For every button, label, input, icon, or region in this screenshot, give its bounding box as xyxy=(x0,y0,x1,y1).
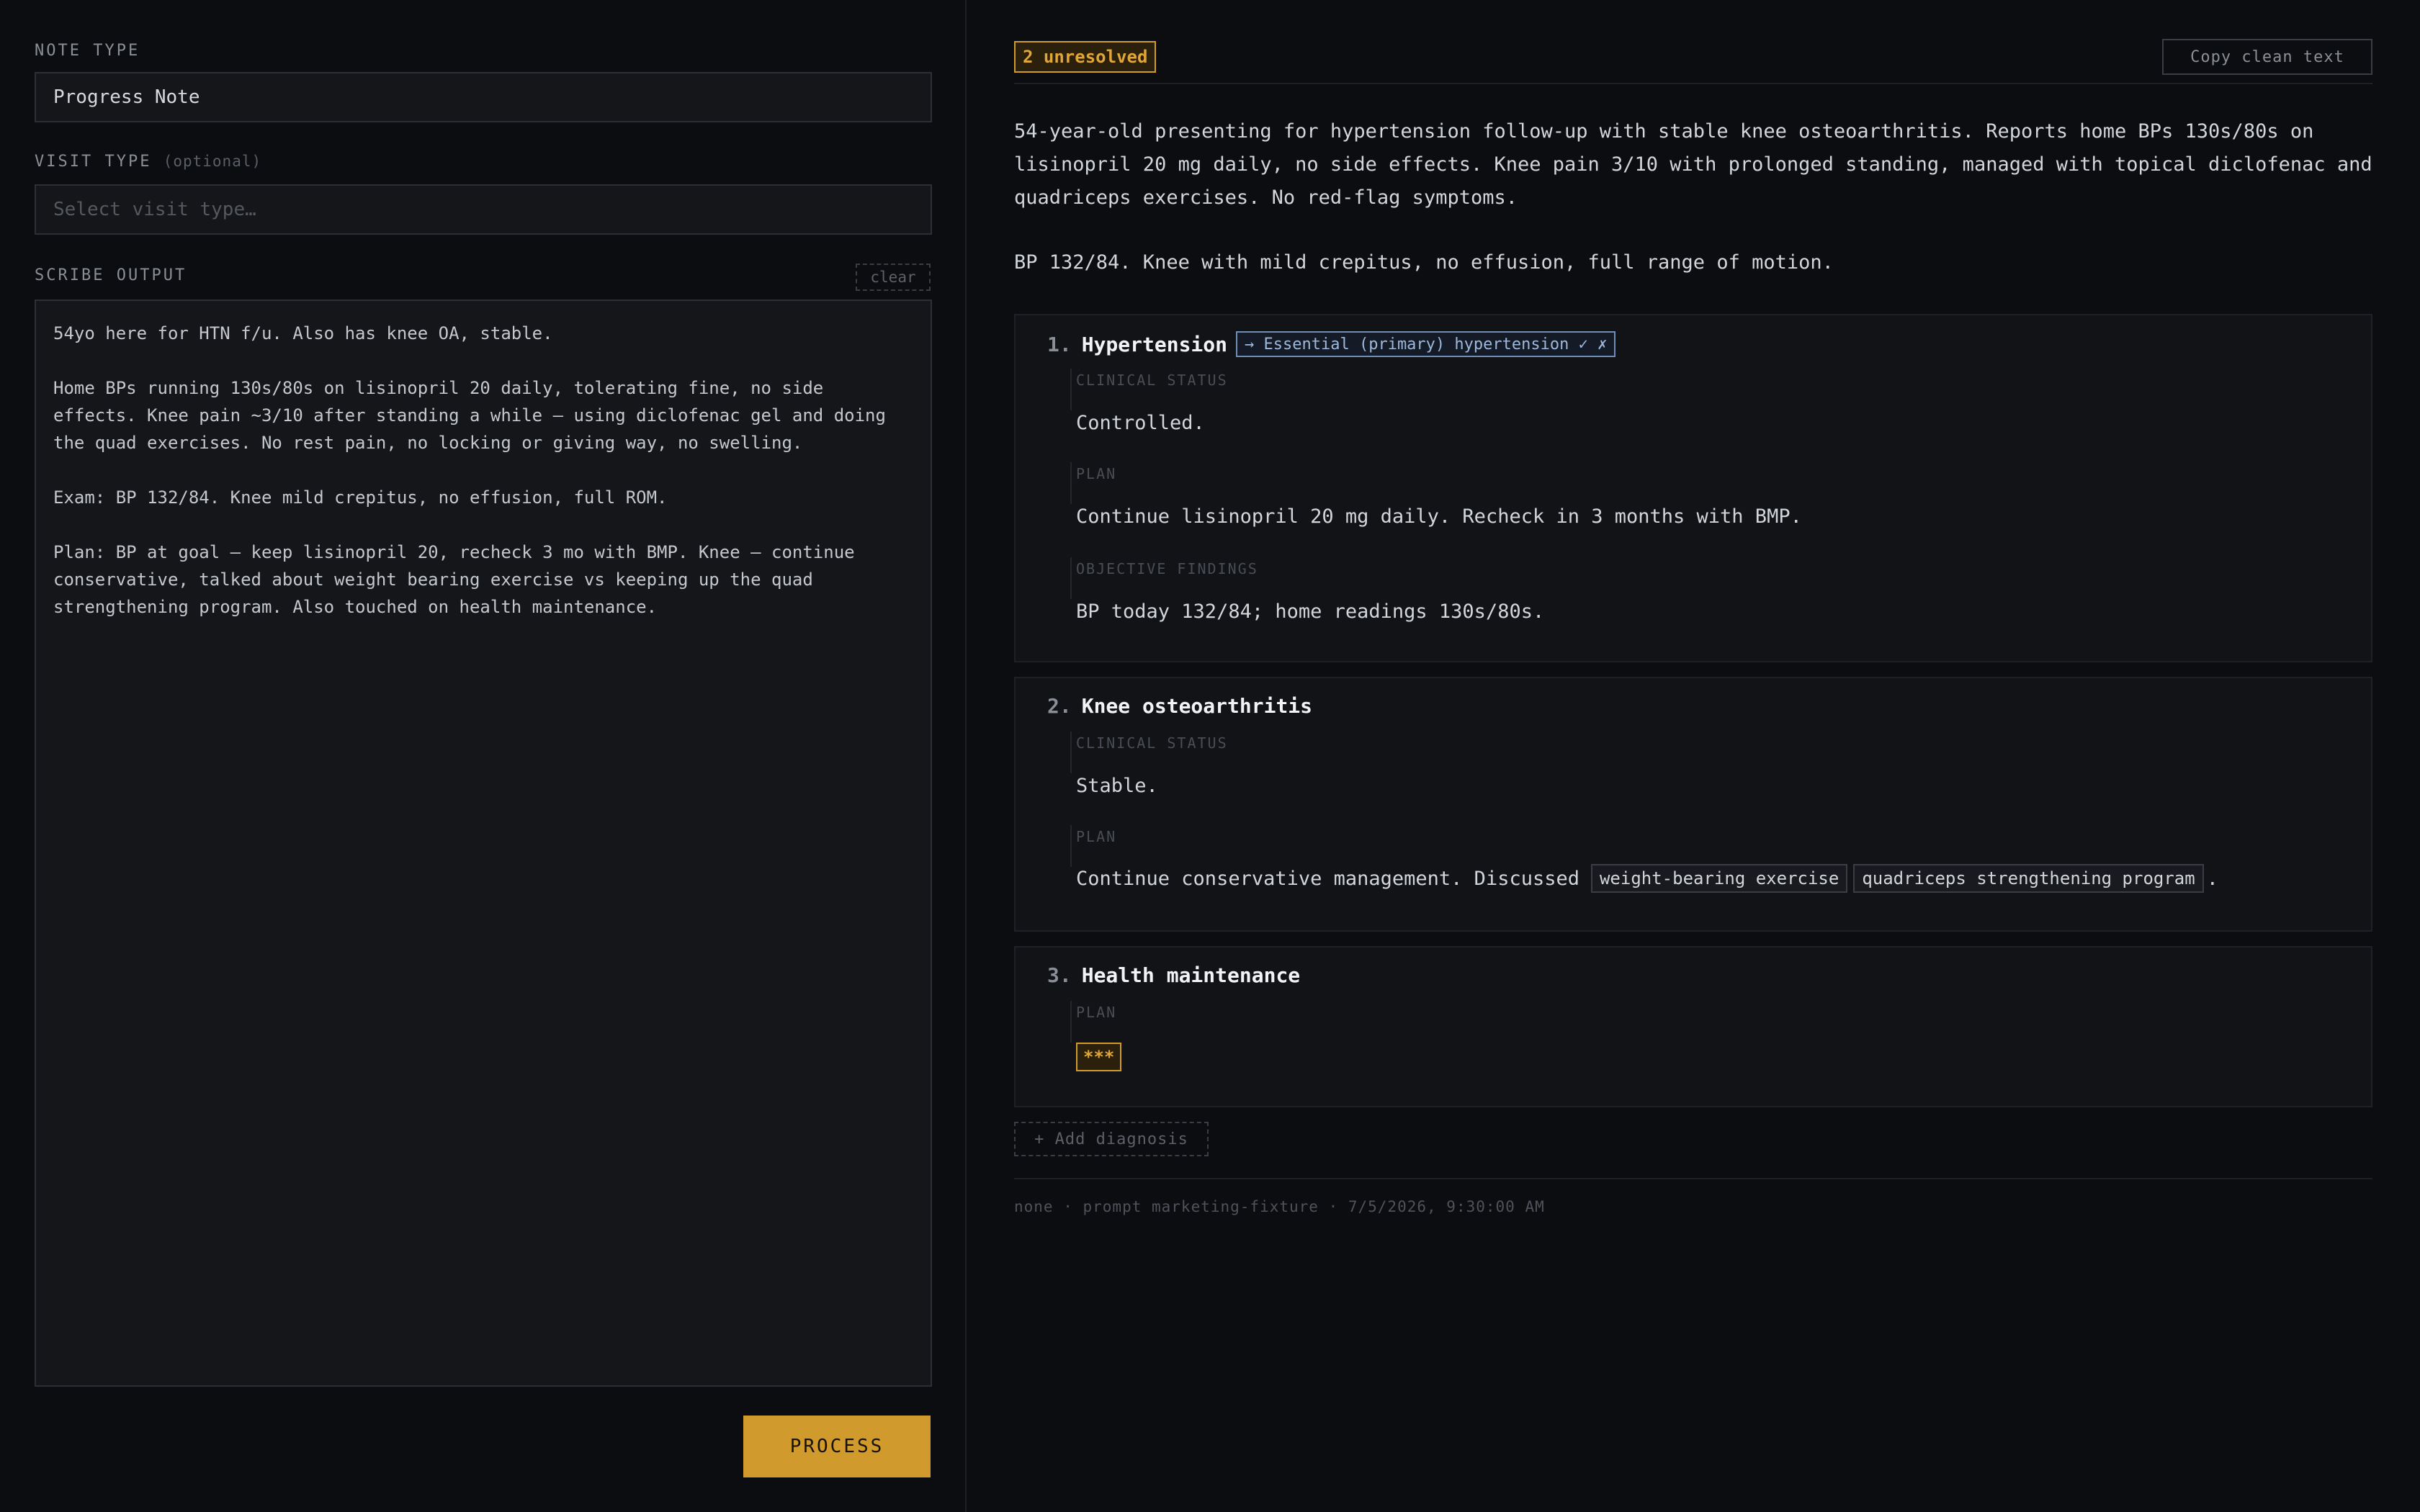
app: NOTE TYPE Progress Note VISIT TYPE (opti… xyxy=(0,0,2420,1512)
note-type-label: NOTE TYPE xyxy=(35,42,140,60)
summary-paragraph: 54-year-old presenting for hypertension … xyxy=(1014,120,2372,209)
visit-type-label-text: VISIT TYPE xyxy=(35,153,152,171)
generation-metadata: none · prompt marketing-fixture · 7/5/20… xyxy=(1014,1198,1545,1215)
diagnosis-card-knee-osteoarthritis: 2. Knee osteoarthritis CLINICAL STATUS S… xyxy=(1014,677,2372,932)
note-type-select[interactable]: Progress Note xyxy=(35,72,932,122)
section-rail xyxy=(1070,1001,1072,1043)
diagnosis-title[interactable]: Hypertension xyxy=(1082,333,1227,356)
footer-divider xyxy=(1014,1178,2372,1179)
scribe-output-label: SCRIBE OUTPUT xyxy=(35,266,187,284)
diagnosis-number: 3. xyxy=(1047,963,1072,987)
section-text[interactable]: *** xyxy=(1076,1043,1122,1071)
section-text-with-chips[interactable]: Continue conservative management. Discus… xyxy=(1076,864,2218,893)
section-rail xyxy=(1070,369,1072,410)
section-text[interactable]: Continue lisinopril 20 mg daily. Recheck… xyxy=(1076,505,1802,528)
diagnosis-card-hypertension: 1. Hypertension → Essential (primary) hy… xyxy=(1014,314,2372,662)
section-label: CLINICAL STATUS xyxy=(1076,372,1228,389)
diagnosis-code-tag[interactable]: → Essential (primary) hypertension ✓ ✗ xyxy=(1236,331,1616,357)
clear-button[interactable]: clear xyxy=(856,264,931,291)
diagnosis-card-health-maintenance: 3. Health maintenance PLAN *** xyxy=(1014,946,2372,1107)
output-panel: 2 unresolved Copy clean text 54-year-old… xyxy=(967,0,2420,1512)
section-label: OBJECTIVE FINDINGS xyxy=(1076,560,1258,577)
section-label: PLAN xyxy=(1076,465,1117,482)
visit-type-optional: (optional) xyxy=(163,153,262,170)
process-button[interactable]: PROCESS xyxy=(743,1416,931,1477)
diagnosis-header: 3. Health maintenance xyxy=(1047,963,1300,987)
header-divider xyxy=(1014,83,2372,84)
diagnosis-title[interactable]: Knee osteoarthritis xyxy=(1082,694,1312,718)
plan-text-prefix: Continue conservative management. Discus… xyxy=(1076,867,1579,890)
scribe-paragraph: 54yo here for HTN f/u. Also has knee OA,… xyxy=(53,323,553,343)
visit-type-placeholder: Select visit type… xyxy=(53,199,256,220)
section-rail xyxy=(1070,732,1072,773)
section-rail xyxy=(1070,557,1072,599)
scribe-paragraph: Home BPs running 130s/80s on lisinopril … xyxy=(53,378,886,453)
diagnosis-header: 2. Knee osteoarthritis xyxy=(1047,694,1312,718)
note-type-value: Progress Note xyxy=(53,86,200,108)
section-label: PLAN xyxy=(1076,1004,1117,1021)
add-diagnosis-button[interactable]: + Add diagnosis xyxy=(1014,1122,1209,1156)
visit-type-label: VISIT TYPE (optional) xyxy=(35,153,261,171)
copy-clean-text-button[interactable]: Copy clean text xyxy=(2162,39,2372,75)
scribe-output-textarea[interactable]: 54yo here for HTN f/u. Also has knee OA,… xyxy=(35,300,932,1387)
diagnosis-title[interactable]: Health maintenance xyxy=(1082,963,1300,987)
unresolved-badge[interactable]: 2 unresolved xyxy=(1014,41,1157,73)
diagnosis-header: 1. Hypertension → Essential (primary) hy… xyxy=(1047,331,1616,357)
exam-paragraph: BP 132/84. Knee with mild crepitus, no e… xyxy=(1014,251,1834,274)
section-label: CLINICAL STATUS xyxy=(1076,734,1228,752)
input-panel: NOTE TYPE Progress Note VISIT TYPE (opti… xyxy=(0,0,967,1512)
section-rail xyxy=(1070,825,1072,867)
visit-type-select[interactable]: Select visit type… xyxy=(35,184,932,235)
section-text[interactable]: Controlled. xyxy=(1076,412,1205,434)
diagnosis-number: 2. xyxy=(1047,694,1072,718)
section-label: PLAN xyxy=(1076,828,1117,845)
scribe-paragraph: Exam: BP 132/84. Knee mild crepitus, no … xyxy=(53,487,668,508)
unresolved-placeholder[interactable]: *** xyxy=(1076,1043,1122,1071)
diagnosis-number: 1. xyxy=(1047,332,1072,356)
chip-weight-bearing-exercise[interactable]: weight-bearing exercise xyxy=(1590,864,1848,893)
scribe-paragraph: Plan: BP at goal — keep lisinopril 20, r… xyxy=(53,542,855,617)
section-text[interactable]: BP today 132/84; home readings 130s/80s. xyxy=(1076,600,1544,623)
chip-quadriceps-strengthening-program[interactable]: quadriceps strengthening program xyxy=(1853,864,2204,893)
section-text[interactable]: Stable. xyxy=(1076,775,1158,797)
plan-text-suffix: . xyxy=(2206,867,2218,890)
section-rail xyxy=(1070,462,1072,504)
